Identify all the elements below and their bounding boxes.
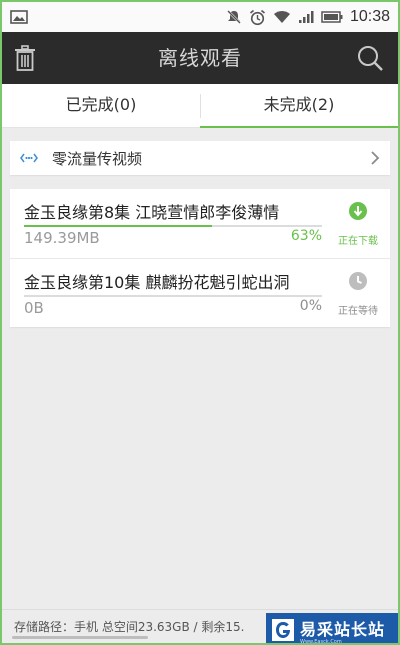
download-title: 金玉良缘第8集 江晓萱情郎李俊薄情: [24, 203, 280, 222]
zero-traffic-label: 零流量传视频: [52, 149, 143, 168]
page-title: 离线观看: [158, 46, 242, 70]
zero-traffic-row[interactable]: 零流量传视频: [10, 141, 390, 175]
signal-icon: [298, 11, 314, 23]
progress-track: [24, 225, 322, 227]
storage-path-text: 存储路径：手机 总空间23.63GB / 剩余15.: [14, 620, 245, 634]
download-size: 0B: [24, 299, 44, 317]
transfer-icon: [20, 153, 38, 163]
wifi-icon: [273, 11, 290, 23]
download-status: 正在等待: [338, 306, 378, 317]
title-bar: 离线观看: [2, 32, 398, 84]
tab-incomplete[interactable]: 未完成(2): [200, 84, 398, 128]
progress-fill: [24, 225, 212, 227]
battery-icon: [321, 11, 343, 23]
screenshot-icon: [10, 10, 28, 24]
download-percent: 0%: [299, 298, 322, 314]
footer-scrollbar[interactable]: [12, 636, 148, 639]
downloading-icon[interactable]: [348, 201, 368, 221]
clock-icon[interactable]: [348, 271, 368, 291]
download-size: 149.39MB: [24, 229, 100, 247]
watermark-text: 易采站长站: [300, 620, 386, 639]
site-watermark: 易采站长站 Www.Easck.Com: [266, 613, 398, 645]
watermark-subtext: Www.Easck.Com: [300, 639, 342, 645]
tab-completed[interactable]: 已完成(0): [2, 84, 200, 127]
app-frame: 10:38 离线观看 已完成(0) 未完成(2) 零流量传视频 金玉良缘第8集 …: [0, 0, 400, 645]
download-item[interactable]: 金玉良缘第10集 麒麟扮花魁引蛇出洞 0B 0% 正在等待: [10, 258, 390, 327]
download-item[interactable]: 金玉良缘第8集 江晓萱情郎李俊薄情 149.39MB 63% 正在下载: [10, 189, 390, 258]
chevron-right-icon: [371, 151, 380, 165]
download-list: 金玉良缘第8集 江晓萱情郎李俊薄情 149.39MB 63% 正在下载 金玉良缘…: [10, 189, 390, 327]
download-status: 正在下载: [338, 236, 378, 247]
download-percent: 63%: [290, 228, 322, 244]
status-bar: 10:38: [2, 2, 398, 32]
download-title: 金玉良缘第10集 麒麟扮花魁引蛇出洞: [24, 273, 290, 292]
mute-icon: [227, 10, 241, 24]
clock-time: 10:38: [349, 8, 390, 25]
watermark-logo-icon: [272, 619, 294, 641]
search-icon[interactable]: [356, 44, 384, 72]
tab-bar: 已完成(0) 未完成(2): [2, 84, 398, 128]
progress-track: [24, 295, 322, 297]
alarm-icon: [249, 9, 265, 25]
